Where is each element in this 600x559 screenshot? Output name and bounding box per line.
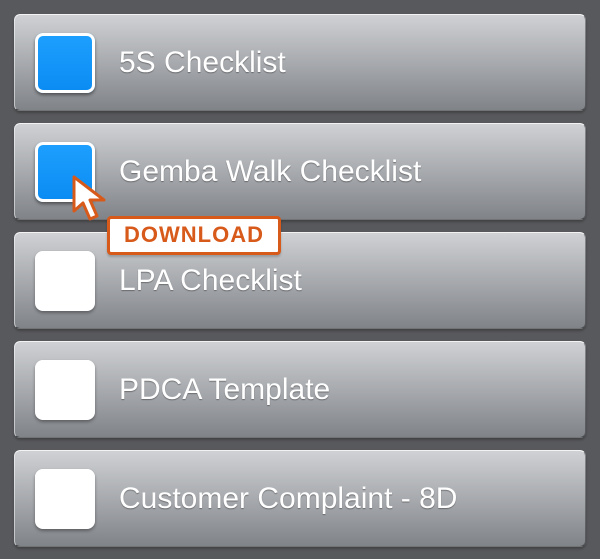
checkbox[interactable]	[35, 469, 95, 529]
list-item[interactable]: Gemba Walk Checklist	[14, 123, 586, 220]
checkbox[interactable]	[35, 142, 95, 202]
list-item-label: LPA Checklist	[119, 264, 302, 298]
list-item-label: 5S Checklist	[119, 46, 286, 80]
list-item-label: PDCA Template	[119, 373, 330, 407]
checkbox[interactable]	[35, 360, 95, 420]
list-item[interactable]: PDCA Template	[14, 341, 586, 438]
list-item[interactable]: Customer Complaint - 8D	[14, 450, 586, 547]
checkbox[interactable]	[35, 33, 95, 93]
checkbox[interactable]	[35, 251, 95, 311]
checklist-list: 5S Checklist Gemba Walk Checklist LPA Ch…	[14, 14, 586, 547]
list-item[interactable]: LPA Checklist	[14, 232, 586, 329]
list-item-label: Gemba Walk Checklist	[119, 155, 421, 189]
list-item[interactable]: 5S Checklist	[14, 14, 586, 111]
list-item-label: Customer Complaint - 8D	[119, 482, 457, 516]
